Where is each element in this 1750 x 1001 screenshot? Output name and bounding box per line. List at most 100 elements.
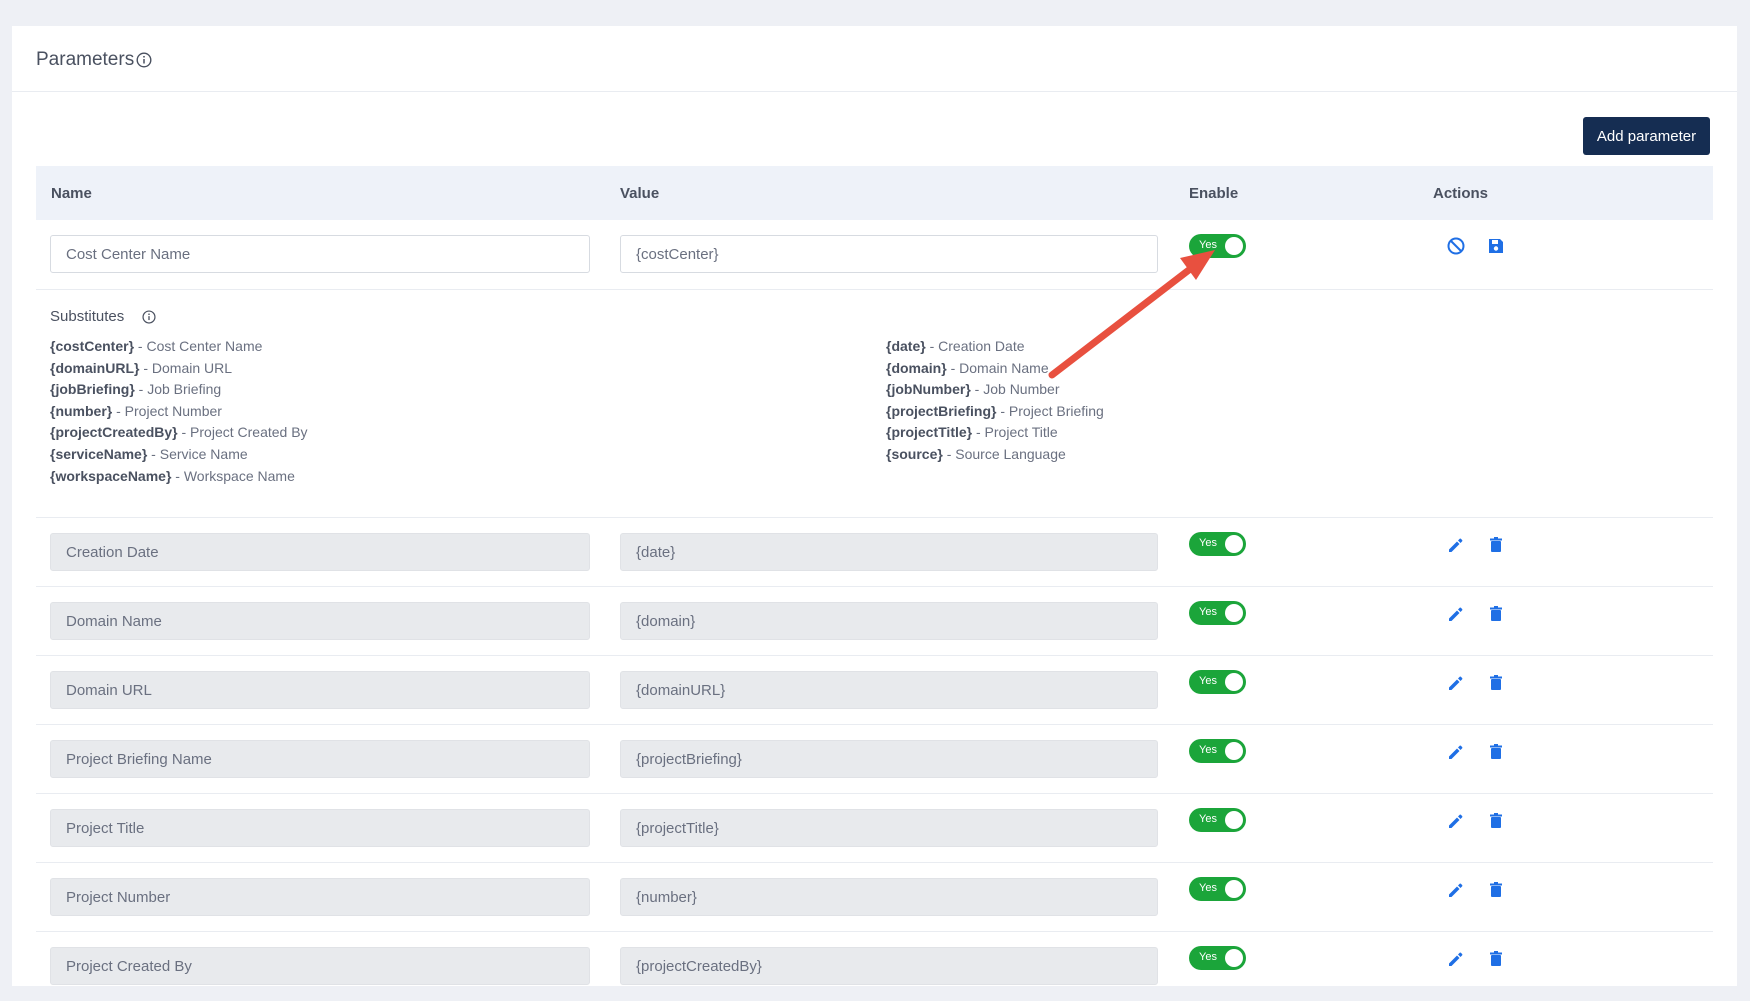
substitute-desc: - Domain URL (139, 359, 233, 376)
pencil-icon[interactable] (1446, 742, 1466, 762)
enable-toggle[interactable]: Yes (1189, 739, 1246, 763)
substitute-desc: - Project Number (112, 402, 222, 419)
table-row-editing: Cost Center Name {costCenter} Yes (36, 220, 1713, 290)
name-field: Domain Name (50, 602, 590, 640)
substitute-key: {jobBriefing} (50, 381, 135, 398)
substitute-key: {source} (886, 445, 943, 462)
value-field: {projectCreatedBy} (620, 947, 1158, 985)
toggle-knob (1225, 742, 1243, 760)
save-icon[interactable] (1486, 236, 1506, 256)
substitute-key: {projectTitle} (886, 424, 973, 441)
substitute-item: {projectCreatedBy} - Project Created By (50, 422, 308, 444)
substitute-item: {domain} - Domain Name (886, 358, 1104, 380)
enable-toggle[interactable]: Yes (1189, 601, 1246, 625)
value-field: {number} (620, 878, 1158, 916)
substitutes-panel: Substitutes {costCenter} - Cost Center N… (36, 290, 1713, 518)
column-header-actions: Actions (1433, 185, 1489, 202)
value-field: {date} (620, 533, 1158, 571)
pencil-icon[interactable] (1446, 535, 1466, 555)
toggle-label: Yes (1199, 537, 1217, 549)
enable-toggle[interactable]: Yes (1189, 234, 1246, 258)
substitute-desc: - Service Name (147, 445, 248, 462)
enable-toggle[interactable]: Yes (1189, 877, 1246, 901)
toggle-knob (1225, 880, 1243, 898)
substitute-key: {projectBriefing} (886, 402, 997, 419)
name-field: Domain URL (50, 671, 590, 709)
enable-toggle[interactable]: Yes (1189, 808, 1246, 832)
substitute-key: {workspaceName} (50, 467, 172, 484)
trash-icon[interactable] (1486, 535, 1506, 555)
substitute-key: {number} (50, 402, 113, 419)
substitute-key: {domainURL} (50, 359, 140, 376)
enable-toggle[interactable]: Yes (1189, 946, 1246, 970)
substitute-item: {projectBriefing} - Project Briefing (886, 401, 1104, 423)
substitute-desc: - Workspace Name (171, 467, 295, 484)
substitute-item: {workspaceName} - Workspace Name (50, 466, 308, 488)
toggle-label: Yes (1199, 951, 1217, 963)
value-field: {projectBriefing} (620, 740, 1158, 778)
substitute-desc: - Job Number (970, 381, 1060, 398)
enable-toggle[interactable]: Yes (1189, 532, 1246, 556)
table-row: Project Title {projectTitle} Yes (36, 794, 1713, 863)
toggle-label: Yes (1199, 675, 1217, 687)
toggle-knob (1225, 535, 1243, 553)
toggle-label: Yes (1199, 606, 1217, 618)
pencil-icon[interactable] (1446, 811, 1466, 831)
value-input[interactable]: {costCenter} (620, 235, 1158, 273)
substitutes-title: Substitutes (50, 308, 125, 325)
enable-toggle[interactable]: Yes (1189, 670, 1246, 694)
name-field: Project Title (50, 809, 590, 847)
substitute-desc: - Creation Date (925, 338, 1025, 354)
toggle-knob (1225, 673, 1243, 691)
toggle-label: Yes (1199, 813, 1217, 825)
name-field: Project Briefing Name (50, 740, 590, 778)
trash-icon[interactable] (1486, 742, 1506, 762)
toggle-label: Yes (1199, 882, 1217, 894)
pencil-icon[interactable] (1446, 673, 1466, 693)
info-icon[interactable] (142, 310, 156, 324)
pencil-icon[interactable] (1446, 604, 1466, 624)
trash-icon[interactable] (1486, 673, 1506, 693)
substitute-desc: - Project Briefing (996, 402, 1104, 419)
substitute-item: {date} - Creation Date (886, 336, 1104, 358)
add-parameter-button[interactable]: Add parameter (1583, 117, 1710, 155)
trash-icon[interactable] (1486, 949, 1506, 969)
table-row: Domain URL {domainURL} Yes (36, 656, 1713, 725)
substitute-desc: - Cost Center Name (134, 338, 263, 354)
substitute-key: {serviceName} (50, 445, 148, 462)
substitute-desc: - Domain Name (946, 359, 1049, 376)
name-field: Project Created By (50, 947, 590, 985)
column-header-value: Value (620, 185, 660, 202)
toggle-knob (1225, 237, 1243, 255)
substitute-item: {jobBriefing} - Job Briefing (50, 379, 308, 401)
substitute-item: {projectTitle} - Project Title (886, 422, 1104, 444)
name-field: Project Number (50, 878, 590, 916)
substitute-desc: - Source Language (942, 445, 1066, 462)
table-header: Name Value Enable Actions (36, 166, 1713, 220)
trash-icon[interactable] (1486, 604, 1506, 624)
substitutes-right-list: {date} - Creation Date {domain} - Domain… (886, 336, 1104, 466)
value-field: {domainURL} (620, 671, 1158, 709)
substitute-key: {date} (886, 338, 926, 354)
toggle-knob (1225, 604, 1243, 622)
name-input[interactable]: Cost Center Name (50, 235, 590, 273)
pencil-icon[interactable] (1446, 949, 1466, 969)
table-row: Project Number {number} Yes (36, 863, 1713, 932)
table-row: Project Briefing Name {projectBriefing} … (36, 725, 1713, 794)
name-field: Creation Date (50, 533, 590, 571)
substitute-item: {domainURL} - Domain URL (50, 358, 308, 380)
pencil-icon[interactable] (1446, 880, 1466, 900)
cancel-icon[interactable] (1446, 236, 1466, 256)
info-icon[interactable] (136, 52, 152, 68)
trash-icon[interactable] (1486, 880, 1506, 900)
toggle-knob (1225, 811, 1243, 829)
trash-icon[interactable] (1486, 811, 1506, 831)
table-row: Domain Name {domain} Yes (36, 587, 1713, 656)
substitute-item: {source} - Source Language (886, 444, 1104, 466)
parameters-card: Parameters Add parameter Name Value Enab… (12, 26, 1737, 986)
substitute-desc: - Project Created By (177, 424, 308, 441)
substitute-desc: - Project Title (972, 424, 1058, 441)
substitute-item: {serviceName} - Service Name (50, 444, 308, 466)
substitute-key: {projectCreatedBy} (50, 424, 178, 441)
value-field: {projectTitle} (620, 809, 1158, 847)
